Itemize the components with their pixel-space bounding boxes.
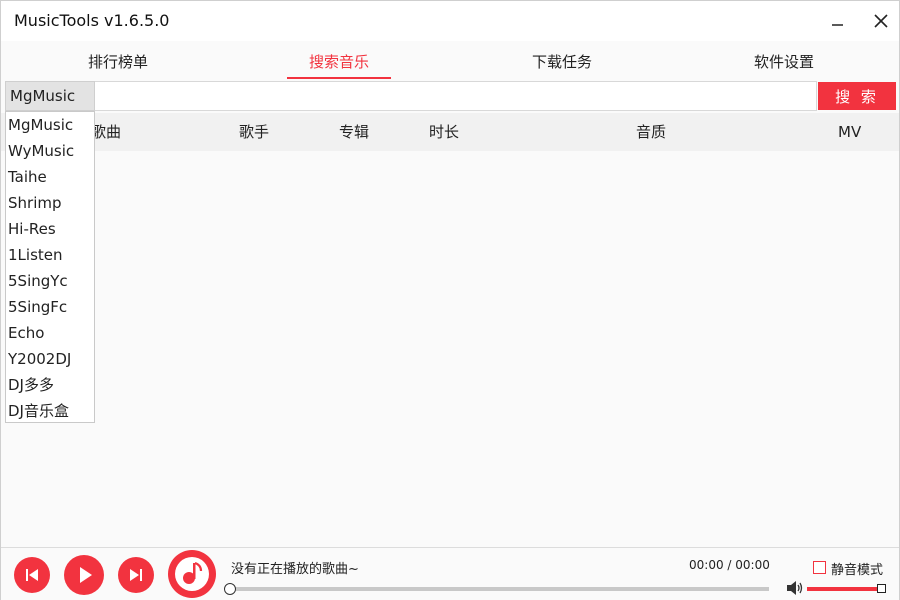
skip-next-icon bbox=[130, 569, 142, 581]
source-option-1listen[interactable]: 1Listen bbox=[6, 242, 94, 268]
source-option-taihe[interactable]: Taihe bbox=[6, 164, 94, 190]
main-tabs: 排行榜单 搜索音乐 下载任务 软件设置 bbox=[1, 41, 899, 81]
volume-slider-handle[interactable] bbox=[877, 584, 886, 593]
mute-checkbox[interactable] bbox=[813, 561, 826, 574]
column-header-mv: MV bbox=[838, 123, 862, 141]
speaker-icon bbox=[787, 581, 803, 595]
column-header-duration: 时长 bbox=[429, 123, 460, 141]
column-header-album: 专辑 bbox=[339, 123, 370, 141]
source-option-y2002dj[interactable]: Y2002DJ bbox=[6, 346, 94, 372]
search-button[interactable]: 搜 索 bbox=[818, 82, 896, 110]
close-button[interactable] bbox=[869, 9, 893, 33]
music-source-select[interactable]: MgMusic bbox=[5, 81, 95, 111]
play-button[interactable] bbox=[64, 555, 104, 595]
progress-slider-handle[interactable] bbox=[224, 583, 236, 595]
source-option-shrimp[interactable]: Shrimp bbox=[6, 190, 94, 216]
source-option-dj-music-box[interactable]: DJ音乐盒 bbox=[6, 398, 94, 424]
progress-slider[interactable] bbox=[230, 587, 769, 591]
source-option-echo[interactable]: Echo bbox=[6, 320, 94, 346]
source-option-5singfc[interactable]: 5SingFc bbox=[6, 294, 94, 320]
results-table-header: 歌曲 歌手 专辑 时长 音质 MV bbox=[1, 113, 899, 151]
album-disc bbox=[168, 550, 216, 598]
active-tab-indicator bbox=[287, 77, 391, 79]
search-bar: MgMusic 搜 索 bbox=[1, 81, 899, 111]
close-icon bbox=[874, 14, 888, 28]
source-option-mgmusic[interactable]: MgMusic bbox=[6, 112, 94, 138]
playback-time: 00:00 / 00:00 bbox=[689, 558, 770, 572]
music-note-icon bbox=[175, 557, 209, 591]
player-bar: 没有正在播放的歌曲~ 00:00 / 00:00 静音模式 bbox=[1, 547, 899, 600]
window-title: MusicTools v1.6.5.0 bbox=[14, 11, 170, 30]
play-icon bbox=[80, 567, 92, 583]
minimize-button[interactable] bbox=[826, 9, 850, 33]
next-button[interactable] bbox=[118, 557, 154, 593]
app-window: MusicTools v1.6.5.0 排行榜单 搜索音乐 下载任务 软件设置 … bbox=[0, 0, 900, 600]
music-source-dropdown: MgMusic WyMusic Taihe Shrimp Hi-Res 1Lis… bbox=[5, 111, 95, 423]
source-option-djduoduo[interactable]: DJ多多 bbox=[6, 372, 94, 398]
title-bar: MusicTools v1.6.5.0 bbox=[1, 1, 899, 41]
source-option-5singyc[interactable]: 5SingYc bbox=[6, 268, 94, 294]
minimize-icon bbox=[832, 24, 843, 26]
tab-downloads[interactable]: 下载任务 bbox=[507, 41, 617, 81]
now-playing-text: 没有正在播放的歌曲~ bbox=[231, 562, 359, 577]
tab-settings[interactable]: 软件设置 bbox=[729, 41, 839, 81]
mute-label: 静音模式 bbox=[831, 563, 884, 578]
tab-charts[interactable]: 排行榜单 bbox=[63, 41, 173, 81]
column-header-quality: 音质 bbox=[636, 123, 667, 141]
search-input[interactable] bbox=[95, 81, 817, 111]
column-header-song: 歌曲 bbox=[91, 123, 122, 141]
previous-button[interactable] bbox=[14, 557, 50, 593]
column-header-artist: 歌手 bbox=[239, 123, 270, 141]
tab-search-music[interactable]: 搜索音乐 bbox=[287, 41, 391, 81]
skip-previous-icon bbox=[26, 569, 38, 581]
volume-icon[interactable] bbox=[786, 580, 804, 596]
source-option-wymusic[interactable]: WyMusic bbox=[6, 138, 94, 164]
source-option-hi-res[interactable]: Hi-Res bbox=[6, 216, 94, 242]
volume-slider[interactable] bbox=[807, 587, 879, 591]
